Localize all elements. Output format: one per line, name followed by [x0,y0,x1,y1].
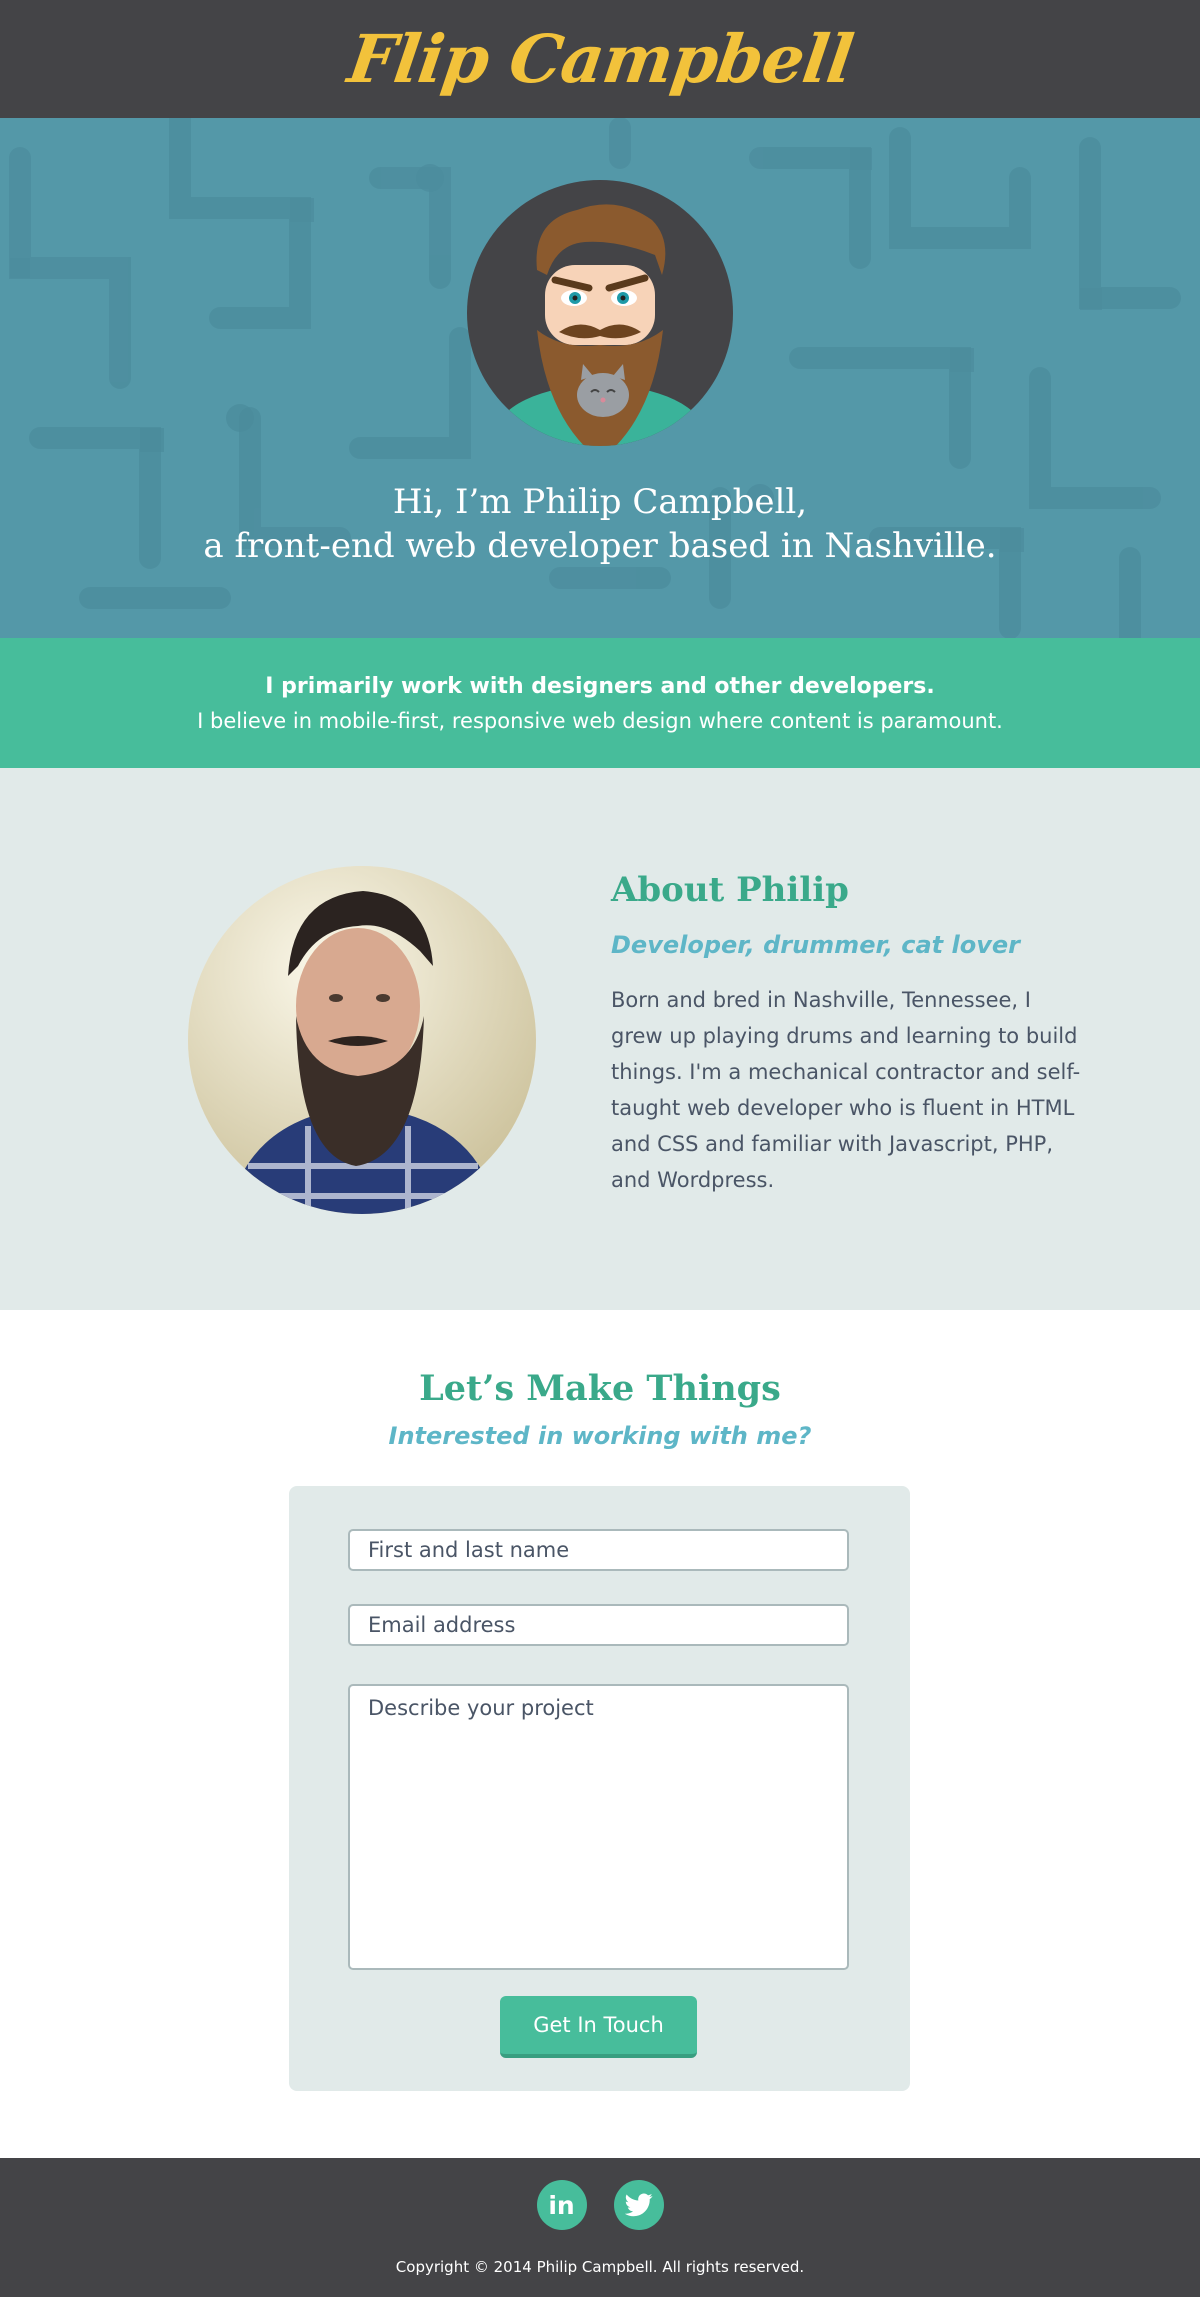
hero-line-2: a front-end web developer based in Nashv… [203,526,997,566]
about-section: About Philip Developer, drummer, cat lov… [0,768,1200,1310]
linkedin-link[interactable]: in [536,2180,587,2230]
contact-section: Let’s Make Things Interested in working … [0,1310,1200,2158]
contact-form: Get In Touch [289,1486,910,2091]
copyright-text: Copyright © 2014 Philip Campbell. All ri… [395,2258,805,2276]
twitter-icon [624,2193,653,2217]
bearded-man-photo [188,866,536,1214]
site-footer: in Copyright © 2014 Philip Campbell. All… [0,2158,1200,2297]
about-subtitle: Developer, drummer, cat lover [611,931,1020,959]
about-body: Born and bred in Nashville, Tennessee, I… [611,988,1081,1192]
about-copy: About Philip Developer, drummer, cat lov… [611,868,1081,1198]
hero-section: Hi, I’m Philip Campbell, a front-end web… [0,118,1200,638]
cartoon-avatar [467,180,733,446]
site-logo[interactable]: Flip Campbell [343,20,857,98]
name-input[interactable] [348,1529,849,1571]
intro-strong-text: I primarily work with designers and othe… [265,674,935,699]
twitter-link[interactable] [613,2180,664,2230]
get-in-touch-button[interactable]: Get In Touch [500,1996,697,2058]
intro-light-text: I believe in mobile-first, responsive we… [197,709,1003,733]
intro-band: I primarily work with designers and othe… [0,638,1200,768]
hero-line-1: Hi, I’m Philip Campbell, [392,482,808,522]
hero-headline: Hi, I’m Philip Campbell, a front-end web… [0,480,1200,568]
profile-photo [188,866,536,1214]
email-input[interactable] [348,1604,849,1646]
bearded-man-illustration [495,204,705,446]
linkedin-icon: in [548,2190,575,2220]
contact-title: Let’s Make Things [419,1368,781,1409]
site-header: Flip Campbell [0,0,1200,118]
project-textarea[interactable] [348,1684,849,1970]
social-links: in [0,2180,1200,2230]
contact-subtitle: Interested in working with me? [388,1422,812,1450]
about-title: About Philip [611,870,849,910]
